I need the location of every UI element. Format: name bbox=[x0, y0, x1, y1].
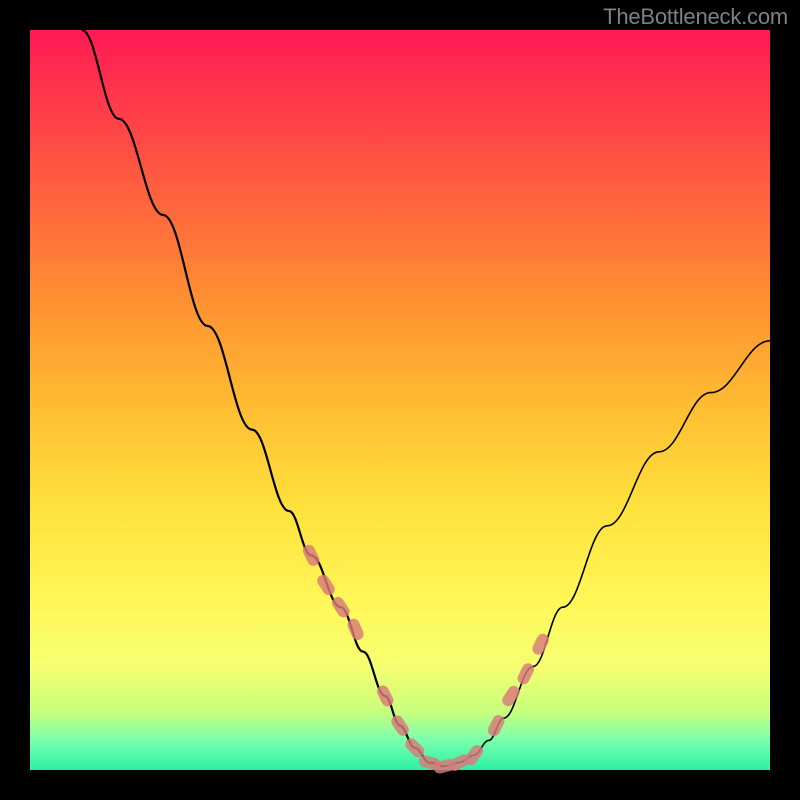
curve-marker bbox=[389, 713, 411, 738]
curve-marker bbox=[516, 661, 537, 686]
chart-frame: TheBottleneck.com bbox=[0, 0, 800, 800]
marker-group bbox=[301, 543, 551, 775]
curve-right-branch bbox=[444, 341, 770, 767]
curve-marker bbox=[315, 573, 337, 598]
watermark-text: TheBottleneck.com bbox=[603, 4, 788, 30]
curve-svg bbox=[30, 30, 770, 770]
curve-left-branch bbox=[82, 30, 445, 766]
plot-area bbox=[30, 30, 770, 770]
curve-marker bbox=[486, 713, 507, 738]
curve-marker bbox=[500, 684, 522, 709]
